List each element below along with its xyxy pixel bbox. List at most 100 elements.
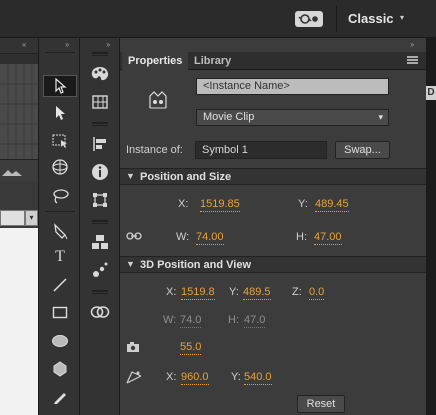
transform-panel-button[interactable] [88,188,112,212]
3d-height-value: 47.0 [244,314,266,328]
3d-position-section-header[interactable]: ▼ 3D Position and View [120,256,426,273]
components-panel-button[interactable] [88,230,112,254]
y-position-value[interactable]: 489.45 [315,198,349,212]
tab-library[interactable]: Library [188,52,237,70]
oval-icon [52,335,68,347]
panel-menu-icon[interactable] [407,56,418,64]
3d-y-value[interactable]: 489.5 [243,286,271,300]
subselection-tool[interactable] [43,102,77,124]
3d-rotation-icon [52,159,68,175]
right-edge-badge: D [426,86,436,100]
pen-tool[interactable] [43,220,77,242]
3d-x-label: X: [166,286,177,298]
collapse-arrows-icon[interactable]: ›› [106,40,110,49]
lasso-icon [53,189,69,204]
info-panel-button[interactable] [88,160,112,184]
lasso-tool[interactable] [43,185,77,207]
pen-icon [54,223,68,240]
subselect-arrow-icon [56,106,65,120]
swatches-panel-button[interactable] [88,90,112,114]
3d-rotation-tool[interactable] [43,156,77,178]
chevron-down-icon[interactable]: ▾ [400,13,404,22]
3d-z-label: Z: [292,286,302,298]
align-panel-button[interactable] [88,132,112,156]
link-icon[interactable] [126,230,142,245]
symbol-type-value: Movie Clip [203,111,255,123]
chevron-down-icon: ▼ [126,171,135,181]
chevron-down-icon[interactable]: ▾ [25,210,38,226]
3d-w-label: W: [163,314,177,326]
instance-name-input[interactable]: <Instance Name> [196,78,389,95]
top-bar: Classic ▾ [0,0,436,38]
align-icon [93,137,106,151]
width-value[interactable]: 74.00 [196,231,224,245]
w-label: W: [176,231,190,243]
sync-settings-icon [298,14,318,24]
workspace-switcher[interactable]: Classic [348,11,394,26]
3d-z-value[interactable]: 0.0 [309,286,325,300]
vanishing-point-x-value[interactable]: 960.0 [181,371,209,385]
section-title: 3D Position and View [140,259,252,271]
x-position-value[interactable]: 1519.85 [200,198,240,212]
rectangle-icon [52,306,68,319]
position-size-section-header[interactable]: ▼ Position and Size [120,168,426,185]
oval-tool[interactable] [43,330,77,352]
selection-tool[interactable] [43,75,77,97]
reset-button[interactable]: Reset [297,395,345,413]
collapse-arrows-icon[interactable]: ›› [65,40,69,49]
section-title: Position and Size [140,171,232,183]
chevron-down-icon: ▼ [126,259,135,269]
mountain-icon [2,170,22,176]
text-icon: T [55,248,65,265]
swatches-icon [92,95,108,109]
timeline-toolbar: ‹‹ [0,38,38,54]
vp-y-label: Y: [231,371,241,383]
y-label: Y: [298,198,308,210]
3d-width-value: 74.0 [180,314,202,328]
info-icon [92,164,108,180]
free-transform-tool[interactable] [43,129,77,151]
motion-presets-panel-button[interactable] [88,258,112,282]
stage-canvas[interactable] [0,228,38,415]
collapse-arrows-icon[interactable]: ‹‹ [22,40,26,49]
timeline-header [0,54,38,64]
instance-of-field: Symbol 1 [195,141,327,159]
pencil-tool[interactable] [43,386,77,408]
collapse-arrows-icon[interactable]: ›› [410,40,414,49]
zoom-field[interactable] [0,210,25,226]
height-value[interactable]: 47.00 [314,231,342,245]
line-icon [53,278,67,292]
sync-settings-button[interactable] [295,11,323,27]
3d-h-label: H: [228,314,239,326]
pencil-icon [54,393,66,404]
transform-icon [93,193,107,207]
3d-y-label: Y: [229,286,239,298]
toolbar-divider [336,6,337,32]
polystar-icon [53,361,67,377]
vanishing-point-icon [126,370,142,387]
timeline-controls [0,159,38,181]
cc-libraries-icon [90,306,110,318]
timeline-frames[interactable] [0,64,38,159]
components-icon [92,235,108,249]
color-palette-icon [91,67,109,81]
vanishing-point-y-value[interactable]: 540.0 [244,371,272,385]
motion-presets-icon [93,262,108,277]
panel-tabs: Properties Library [120,52,426,70]
perspective-angle-value[interactable]: 55.0 [180,341,202,355]
panel-dock: ›› [80,38,120,415]
symbol-type-select[interactable]: Movie Clip ▾ [196,109,389,126]
chevron-down-icon: ▾ [378,112,383,122]
swap-button[interactable]: Swap... [335,141,390,159]
text-tool[interactable]: T [43,246,77,268]
cc-libraries-panel-button[interactable] [88,300,112,324]
polystar-tool[interactable] [43,358,77,380]
movie-clip-symbol-icon [148,90,168,113]
arrow-icon [55,78,67,94]
3d-x-value[interactable]: 1519.8 [181,286,215,300]
properties-panel: ›› Properties Library <Instance Name> Mo… [120,38,426,415]
line-tool[interactable] [43,274,77,296]
color-panel-button[interactable] [88,62,112,86]
rectangle-tool[interactable] [43,301,77,323]
tab-properties[interactable]: Properties [122,52,189,70]
